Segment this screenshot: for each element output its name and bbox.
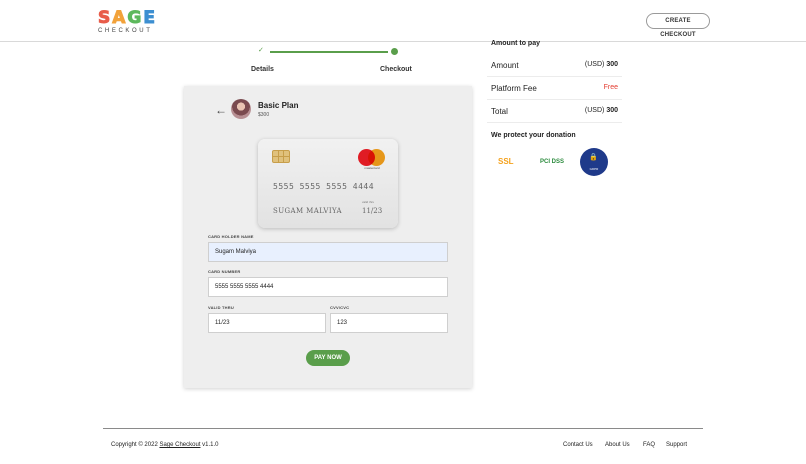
copyright-prefix: Copyright © 2022	[111, 442, 158, 448]
total-value: (USD) 300	[585, 107, 618, 114]
card-holder-input[interactable]: Sugam Malviya	[208, 242, 448, 262]
plan-price: $300	[258, 112, 270, 118]
amount-currency: (USD)	[584, 61, 605, 68]
card-number-label: CARD NUMBER	[208, 269, 241, 274]
logo-subtitle: CHECKOUT	[98, 28, 153, 34]
cvv-label: CVV/CVC	[330, 305, 350, 310]
stepper-progress-line	[270, 51, 388, 53]
logo-wordmark: S A G E	[97, 8, 158, 28]
logo-letter-e: E	[143, 8, 158, 28]
platform-fee-label: Platform Fee	[491, 84, 537, 93]
ssl-badge-icon: SSL	[498, 157, 514, 166]
valid-thru-input[interactable]: 11/23	[208, 313, 326, 333]
mastercard-logo-icon: mastercard	[358, 149, 388, 170]
credit-card-preview: mastercard 5555 5555 5555 4444 valid thr…	[258, 139, 398, 228]
platform-fee-value: Free	[603, 84, 618, 91]
sage-checkout-link[interactable]: Sage Checkout	[159, 442, 200, 448]
total-currency: (USD)	[584, 107, 605, 114]
card-holder-label: CARD HOLDER NAME	[208, 234, 254, 239]
cvv-input[interactable]: 123	[330, 313, 448, 333]
mastercard-wordmark: mastercard	[364, 166, 380, 170]
logo-letter-g: G	[127, 8, 144, 28]
card-preview-holder: SUGAM MALVIYA	[273, 207, 342, 215]
version-text: v1.1.0	[202, 442, 219, 448]
card-number-input[interactable]: 5555 5555 5555 4444	[208, 277, 448, 297]
contact-us-link[interactable]: Contact Us	[563, 442, 593, 448]
plan-title: Basic Plan	[258, 101, 299, 110]
create-checkout-button[interactable]: CREATE CHECKOUT	[646, 13, 710, 38]
card-preview-valid-label: valid thru	[362, 200, 375, 204]
amount-to-pay-title: Amount to pay	[491, 40, 540, 47]
step-complete-check-icon: ✓	[258, 47, 264, 54]
total-number: 300	[606, 107, 618, 114]
amount-number: 300	[606, 61, 618, 68]
card-chip-icon	[272, 150, 290, 163]
platform-fee-row: Platform Fee Free	[487, 78, 622, 100]
stepper-current-dot	[391, 48, 398, 55]
pci-dss-badge-icon: PCI DSS	[540, 159, 565, 165]
amount-row: Amount (USD) 300	[487, 55, 622, 77]
back-arrow-icon[interactable]: ←	[215, 103, 227, 117]
faq-link[interactable]: FAQ	[643, 442, 655, 448]
mastercard-orange-circle	[368, 149, 385, 166]
avatar	[231, 99, 251, 119]
total-label: Total	[491, 107, 508, 116]
gdpr-badge-icon: GDPR	[580, 148, 608, 176]
logo-letter-a: A	[112, 8, 128, 28]
protect-title: We protect your donation	[491, 132, 576, 139]
amount-value: (USD) 300	[585, 61, 618, 68]
logo-letter-s: S	[97, 8, 113, 28]
step-checkout: Checkout	[380, 66, 412, 73]
about-us-link[interactable]: About Us	[605, 442, 630, 448]
valid-thru-label: VALID THRU	[208, 305, 234, 310]
card-preview-expiry: 11/23	[362, 207, 383, 215]
footer-divider	[103, 428, 703, 429]
support-link[interactable]: Support	[666, 442, 687, 448]
step-details: Details	[251, 66, 274, 73]
brand-logo[interactable]: S A G E CHECKOUT	[97, 8, 158, 34]
pay-now-button[interactable]: PAY NOW	[306, 350, 350, 366]
total-row: Total (USD) 300	[487, 101, 622, 123]
amount-label: Amount	[491, 61, 519, 70]
copyright-text: Copyright © 2022 Sage Checkout v1.1.0	[111, 442, 219, 448]
top-header: S A G E CHECKOUT CREATE CHECKOUT	[0, 0, 806, 42]
card-preview-number: 5555 5555 5555 4444	[273, 182, 375, 191]
